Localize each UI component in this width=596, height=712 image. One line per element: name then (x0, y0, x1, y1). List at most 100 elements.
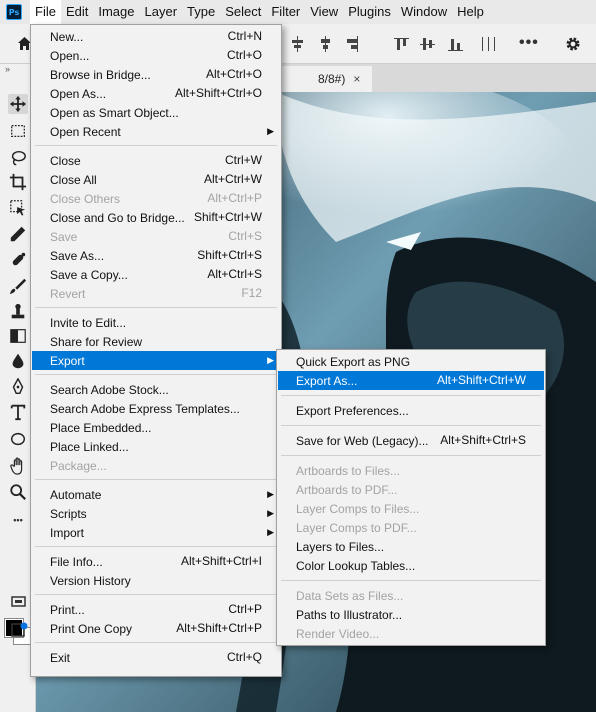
align-top-icon[interactable] (394, 36, 409, 52)
hand-icon[interactable] (8, 456, 28, 476)
menu-item-open-as[interactable]: Open As... Alt+Shift+Ctrl+O (32, 84, 280, 103)
menu-item-new[interactable]: New... Ctrl+N (32, 27, 280, 46)
blur-icon[interactable] (8, 351, 28, 371)
file-menu: New... Ctrl+N Open... Ctrl+O Browse in Bridg… (30, 24, 282, 677)
menu-item-invite-to-edit[interactable]: Invite to Edit... (32, 313, 280, 332)
menu-item-quick-export-as-png[interactable]: Quick Export as PNG (278, 352, 544, 371)
crop-icon[interactable] (8, 172, 28, 192)
more-tools-icon[interactable]: ••• (8, 510, 28, 530)
submenu-arrow-icon: ▶ (267, 489, 274, 499)
menu-item-open-recent[interactable]: Open Recent ▶ (32, 122, 280, 141)
menu-item-share-for-review[interactable]: Share for Review (32, 332, 280, 351)
menu-separator (35, 642, 277, 643)
menu-item-print[interactable]: Print... Ctrl+P (32, 600, 280, 619)
menu-item-export[interactable]: Export ▶ (32, 351, 280, 370)
menu-item-label: Invite to Edit... (50, 315, 127, 330)
menubar-edit[interactable]: Edit (61, 0, 93, 24)
menu-separator (35, 546, 277, 547)
menubar-window[interactable]: Window (396, 0, 452, 24)
menubar-help[interactable]: Help (452, 0, 489, 24)
menubar-select[interactable]: Select (220, 0, 266, 24)
menubar-type[interactable]: Type (182, 0, 220, 24)
quick-mask-icon[interactable] (10, 622, 28, 640)
menu-item-label: File Info... (50, 554, 103, 569)
document-tab[interactable]: 8/8#) × (276, 66, 372, 92)
menu-item-place-linked[interactable]: Place Linked... (32, 437, 280, 456)
menu-item-label: Artboards to Files... (296, 463, 401, 478)
gear-icon[interactable] (565, 36, 581, 52)
menu-item-print-one-copy[interactable]: Print One Copy Alt+Shift+Ctrl+P (32, 619, 280, 638)
menu-item-close-others: Close Others Alt+Ctrl+P (32, 189, 280, 208)
menu-item-shortcut: Ctrl+N (227, 29, 262, 43)
align-bottom-icon[interactable] (448, 36, 463, 52)
menu-item-label: Revert (50, 286, 86, 301)
menu-item-label: Data Sets as Files... (296, 588, 404, 603)
healing-brush-icon[interactable] (8, 250, 28, 270)
menu-item-close[interactable]: Close Ctrl+W (32, 151, 280, 170)
gradient-icon[interactable] (8, 326, 28, 346)
marquee-icon[interactable] (8, 121, 28, 141)
brush-icon[interactable] (8, 276, 28, 296)
menu-item-search-adobe-stock[interactable]: Search Adobe Stock... (32, 380, 280, 399)
screen-mode-icon[interactable] (10, 594, 28, 610)
menu-item-place-embedded[interactable]: Place Embedded... (32, 418, 280, 437)
menu-item-revert: Revert F12 (32, 284, 280, 303)
collapse-panel-icon[interactable]: » (5, 64, 10, 74)
stamp-icon[interactable] (8, 302, 28, 322)
menu-item-version-history[interactable]: Version History (32, 571, 280, 590)
more-options-icon[interactable]: ••• (519, 34, 539, 52)
menu-item-layers-to-files[interactable]: Layers to Files... (278, 537, 544, 556)
eyedropper-icon[interactable] (8, 224, 28, 244)
menu-item-import[interactable]: Import ▶ (32, 523, 280, 542)
menubar-plugins[interactable]: Plugins (343, 0, 396, 24)
close-tab-icon[interactable]: × (353, 72, 360, 86)
move-icon[interactable] (8, 94, 28, 114)
align-middle-icon[interactable] (420, 36, 435, 52)
object-select-icon[interactable] (8, 198, 28, 218)
menu-item-export-as[interactable]: Export As... Alt+Shift+Ctrl+W (278, 371, 544, 390)
menu-item-automate[interactable]: Automate ▶ (32, 485, 280, 504)
menu-item-open[interactable]: Open... Ctrl+O (32, 46, 280, 65)
align-right-icon[interactable] (344, 36, 359, 52)
menu-item-package: Package... (32, 456, 280, 475)
menu-item-close-all[interactable]: Close All Alt+Ctrl+W (32, 170, 280, 189)
lasso-icon[interactable] (8, 148, 28, 168)
photoshop-logo-icon: Ps (6, 4, 22, 20)
menu-item-scripts[interactable]: Scripts ▶ (32, 504, 280, 523)
menu-separator (281, 394, 541, 396)
menu-item-browse-in-bridge[interactable]: Browse in Bridge... Alt+Ctrl+O (32, 65, 280, 84)
menu-item-shortcut: Alt+Ctrl+W (203, 172, 262, 186)
menu-separator (35, 374, 277, 375)
menu-item-save-a-copy[interactable]: Save a Copy... Alt+Ctrl+S (32, 265, 280, 284)
menu-item-label: Save a Copy... (50, 267, 128, 282)
align-horizontal-icon[interactable] (290, 36, 305, 52)
pen-icon[interactable] (8, 377, 28, 397)
menu-item-color-lookup-tables[interactable]: Color Lookup Tables... (278, 556, 544, 575)
menu-item-shortcut: Alt+Shift+Ctrl+W (436, 373, 526, 387)
menubar-file[interactable]: File (30, 0, 61, 24)
menu-item-search-adobe-express-templates[interactable]: Search Adobe Express Templates... (32, 399, 280, 418)
menubar-view[interactable]: View (305, 0, 343, 24)
menu-item-shortcut: Ctrl+S (228, 229, 262, 243)
menu-item-save-as[interactable]: Save As... Shift+Ctrl+S (32, 246, 280, 265)
align-center-icon[interactable] (318, 36, 333, 52)
menu-item-shortcut: Ctrl+Q (226, 650, 262, 664)
menu-item-layer-comps-to-pdf: Layer Comps to PDF... (278, 518, 544, 537)
menu-item-exit[interactable]: Exit Ctrl+Q (32, 648, 280, 667)
menu-item-label: Render Video... (296, 626, 380, 641)
menu-separator (35, 479, 277, 480)
menu-item-paths-to-illustrator[interactable]: Paths to Illustrator... (278, 605, 544, 624)
menu-item-export-preferences[interactable]: Export Preferences... (278, 401, 544, 420)
menu-item-save-for-web-legacy[interactable]: Save for Web (Legacy)... Alt+Shift+Ctrl+S (278, 431, 544, 450)
menubar-layer[interactable]: Layer (140, 0, 183, 24)
distribute-icon[interactable] (481, 36, 496, 52)
menu-item-open-as-smart-object[interactable]: Open as Smart Object... (32, 103, 280, 122)
zoom-icon[interactable] (8, 482, 28, 502)
menu-item-label: New... (50, 29, 84, 44)
menu-item-file-info[interactable]: File Info... Alt+Shift+Ctrl+I (32, 552, 280, 571)
menu-item-close-and-go-to-bridge[interactable]: Close and Go to Bridge... Shift+Ctrl+W (32, 208, 280, 227)
shape-icon[interactable] (8, 429, 28, 449)
type-icon[interactable] (8, 402, 28, 422)
menubar-filter[interactable]: Filter (266, 0, 305, 24)
menubar-image[interactable]: Image (93, 0, 139, 24)
